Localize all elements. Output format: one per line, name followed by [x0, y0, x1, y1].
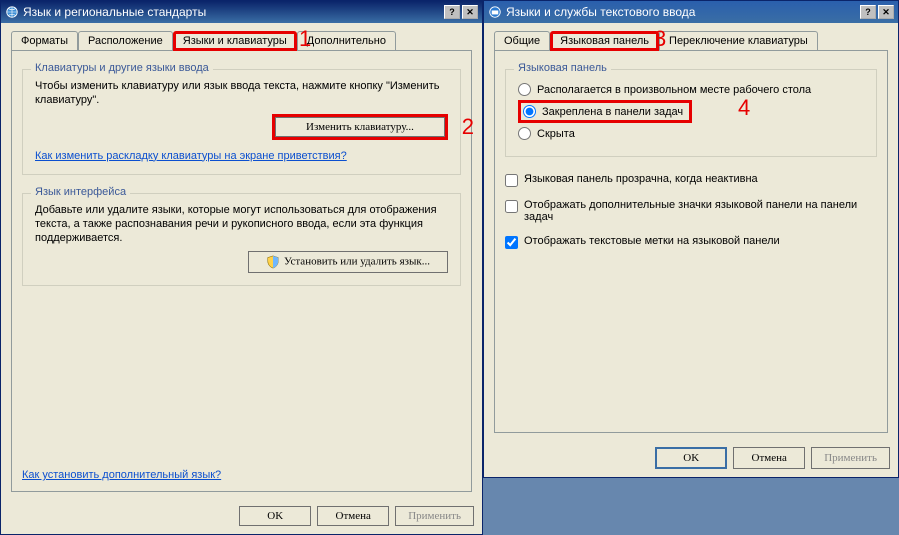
title-text-left: Язык и региональные стандарты [23, 5, 442, 19]
change-keyboard-button[interactable]: Изменить клавиатуру... [275, 117, 445, 137]
globe-icon [5, 5, 19, 19]
radio-docked-label: Закреплена в панели задач [542, 106, 683, 118]
tabs-left: Форматы Расположение Языки и клавиатуры … [11, 31, 472, 51]
tab-lang-keyboards[interactable]: Языки и клавиатуры [173, 31, 297, 51]
legend-language-bar: Языковая панель [514, 62, 611, 74]
check-text-labels[interactable]: Отображать текстовые метки на языковой п… [505, 235, 877, 249]
close-button-right[interactable]: ✕ [878, 5, 894, 19]
ok-button-right[interactable]: OK [655, 447, 727, 469]
install-additional-lang-link[interactable]: Как установить дополнительный язык? [22, 469, 221, 481]
radio-floating-input[interactable] [518, 83, 531, 96]
apply-button-left[interactable]: Применить [395, 506, 474, 526]
annotation-1: 1 [299, 26, 311, 52]
group-keyboards: Клавиатуры и другие языки ввода Чтобы из… [22, 69, 461, 175]
close-button[interactable]: ✕ [462, 5, 478, 19]
ok-button-left[interactable]: OK [239, 506, 311, 526]
install-remove-lang-label: Установить или удалить язык... [284, 256, 430, 268]
check-extra-icons-label: Отображать дополнительные значки языково… [524, 199, 877, 223]
text-keyboards: Чтобы изменить клавиатуру или язык ввода… [35, 79, 448, 108]
check-transparent[interactable]: Языковая панель прозрачна, когда неактив… [505, 173, 877, 187]
annotation-2: 2 [462, 114, 474, 140]
tab-language-bar[interactable]: Языковая панель [550, 31, 659, 51]
install-remove-lang-button[interactable]: Установить или удалить язык... [248, 251, 448, 273]
help-button-right[interactable]: ? [860, 5, 876, 19]
check-extra-icons[interactable]: Отображать дополнительные значки языково… [505, 199, 877, 223]
text-ui-language: Добавьте или удалите языки, которые могу… [35, 203, 448, 246]
title-text-right: Языки и службы текстового ввода [506, 5, 858, 19]
tab-formats[interactable]: Форматы [11, 31, 78, 50]
region-language-dialog: Язык и региональные стандарты ? ✕ Формат… [0, 0, 483, 535]
radio-floating-label: Располагается в произвольном месте рабоч… [537, 84, 811, 96]
radio-docked[interactable]: Закреплена в панели задач [523, 105, 683, 118]
group-ui-language: Язык интерфейса Добавьте или удалите язы… [22, 193, 461, 287]
check-transparent-label: Языковая панель прозрачна, когда неактив… [524, 173, 758, 185]
radio-hidden-label: Скрыта [537, 128, 575, 140]
titlebar-right[interactable]: Языки и службы текстового ввода ? ✕ [484, 1, 898, 23]
content-right: Общие Языковая панель Переключение клави… [484, 23, 898, 441]
legend-keyboards: Клавиатуры и другие языки ввода [31, 62, 213, 74]
radio-hidden-input[interactable] [518, 127, 531, 140]
tab-location[interactable]: Расположение [78, 31, 173, 50]
tab-additional[interactable]: Дополнительно [297, 31, 396, 50]
right-area: Языки и службы текстового ввода ? ✕ Общи… [483, 0, 899, 535]
tabbody-right: Языковая панель Располагается в произвол… [494, 51, 888, 433]
check-text-labels-label: Отображать текстовые метки на языковой п… [524, 235, 780, 247]
annotation-4: 4 [738, 95, 750, 121]
check-transparent-input[interactable] [505, 174, 518, 187]
check-extra-icons-input[interactable] [505, 200, 518, 213]
check-text-labels-input[interactable] [505, 236, 518, 249]
button-row-right: OK Отмена Применить [484, 441, 898, 477]
text-services-dialog: Языки и службы текстового ввода ? ✕ Общи… [483, 0, 899, 478]
cancel-button-left[interactable]: Отмена [317, 506, 389, 526]
titlebar-left[interactable]: Язык и региональные стандарты ? ✕ [1, 1, 482, 23]
welcome-screen-link[interactable]: Как изменить раскладку клавиатуры на экр… [35, 150, 347, 162]
group-language-bar: Языковая панель Располагается в произвол… [505, 69, 877, 157]
content-left: Форматы Расположение Языки и клавиатуры … [1, 23, 482, 500]
button-row-left: OK Отмена Применить [1, 500, 482, 534]
radio-docked-input[interactable] [523, 105, 536, 118]
tabs-right: Общие Языковая панель Переключение клави… [494, 31, 888, 51]
cancel-button-right[interactable]: Отмена [733, 447, 805, 469]
apply-button-right[interactable]: Применить [811, 447, 890, 469]
keyboard-globe-icon [488, 5, 502, 19]
tab-keyboard-switch[interactable]: Переключение клавиатуры [659, 31, 818, 50]
radio-floating[interactable]: Располагается в произвольном месте рабоч… [518, 83, 864, 96]
radio-hidden[interactable]: Скрыта [518, 127, 864, 140]
help-button[interactable]: ? [444, 5, 460, 19]
tab-general[interactable]: Общие [494, 31, 550, 50]
legend-ui-language: Язык интерфейса [31, 186, 130, 198]
shield-icon [266, 255, 280, 269]
tabbody-left: Клавиатуры и другие языки ввода Чтобы из… [11, 51, 472, 492]
